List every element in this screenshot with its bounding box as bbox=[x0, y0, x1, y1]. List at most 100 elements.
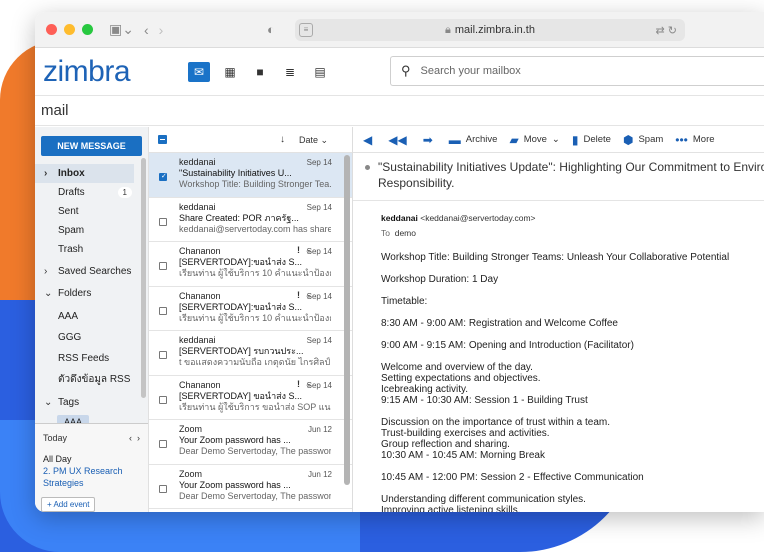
notes-app-icon[interactable]: ≣ bbox=[280, 63, 300, 81]
message-checkbox[interactable] bbox=[159, 306, 167, 315]
reply-all-button[interactable]: ◀◀ bbox=[388, 133, 406, 147]
minimize-window-button[interactable] bbox=[64, 24, 75, 35]
sidebar-item-saved-searches[interactable]: › Saved Searches bbox=[35, 262, 148, 281]
message-checkbox[interactable] bbox=[159, 395, 167, 404]
message-snippet: Dear Demo Servertoday, The passwor... bbox=[179, 446, 331, 456]
sidebar-scrollbar[interactable] bbox=[141, 158, 146, 398]
more-dots-icon: ••• bbox=[675, 132, 688, 147]
sort-label: Date bbox=[299, 135, 319, 145]
folder-label: GGG bbox=[58, 332, 82, 343]
delete-button[interactable]: ▮ Delete bbox=[572, 133, 611, 147]
message-row[interactable]: Zoom Your Zoom password has ... Dear Demo … bbox=[149, 465, 352, 509]
message-row[interactable]: keddanai Share Created: POR ภาครัฐ... kedd… bbox=[149, 198, 352, 242]
body-paragraph: 9:00 AM - 9:15 AM: Opening and Introduct… bbox=[381, 340, 634, 351]
more-label: More bbox=[692, 134, 715, 145]
forward-icon[interactable]: › bbox=[159, 22, 164, 38]
sidebar-item-inbox[interactable]: › Inbox bbox=[35, 164, 134, 183]
move-button[interactable]: ▰ Move ⌄ bbox=[509, 133, 559, 147]
spam-button[interactable]: ⬢ Spam bbox=[623, 133, 663, 147]
address-bar[interactable]: ≡ 🔒︎ mail.zimbra.in.th ⇄ ↻ bbox=[295, 19, 685, 41]
body-paragraph: Discussion on the importance of trust wi… bbox=[381, 417, 610, 461]
body-paragraph: Timetable: bbox=[381, 296, 428, 307]
message-row[interactable]: Chananon [SERVERTODAY] ขอนำส่ง S... เรียนท… bbox=[149, 376, 352, 420]
saved-searches-label: Saved Searches bbox=[58, 266, 132, 277]
calendar-event[interactable]: 2. PM UX Research Strategies bbox=[43, 465, 140, 489]
sidebar-item-tags[interactable]: ⌄ Tags bbox=[35, 393, 148, 412]
sort-dropdown[interactable]: Date ⌄ bbox=[299, 135, 328, 146]
forward-button[interactable]: ➡ bbox=[423, 133, 433, 147]
body-paragraph: Workshop Duration: 1 Day bbox=[381, 274, 499, 285]
briefcase-app-icon[interactable]: ■ bbox=[250, 63, 270, 81]
message-checkbox[interactable] bbox=[159, 440, 167, 448]
folder-item-rss-thai[interactable]: ตัวดึงข้อมูล RSS bbox=[35, 369, 148, 390]
select-all-checkbox[interactable] bbox=[158, 135, 167, 144]
sidebar-item-folders[interactable]: ⌄ Folders bbox=[35, 284, 148, 303]
folder-item-rss-feeds[interactable]: RSS Feeds bbox=[35, 348, 148, 369]
sort-direction-icon[interactable]: ↓ bbox=[280, 134, 285, 145]
reading-pane: ◀ ◀◀ ➡ ▬ Archive ▰ Move ⌄ ▮ Delete ⬢ Spam •••… bbox=[353, 127, 764, 512]
message-row[interactable]: Zoom Your Zoom password has ... Dear Demo … bbox=[149, 420, 352, 465]
message-row[interactable]: keddanai [SERVERTODAY] รบกวนประ... t ขอแสด… bbox=[149, 331, 352, 376]
message-list-header: ↓ Date ⌄ bbox=[149, 127, 352, 153]
new-message-button[interactable]: NEW MESSAGE bbox=[41, 136, 142, 156]
calendar-today-label[interactable]: Today bbox=[43, 433, 67, 443]
body-paragraph: 8:30 AM - 9:00 AM: Registration and Welc… bbox=[381, 318, 618, 329]
priority-icon: ! bbox=[297, 245, 300, 255]
message-snippet: Workshop Title: Building Stronger Tea... bbox=[179, 179, 331, 189]
sidebar-item-spam[interactable]: Spam bbox=[35, 221, 148, 240]
message-subject-preview: Your Zoom password has ... bbox=[179, 435, 291, 445]
more-button[interactable]: ••• More bbox=[675, 133, 714, 147]
folder-item-ggg[interactable]: GGG bbox=[35, 327, 148, 348]
message-body: Workshop Title: Building Stronger Teams:… bbox=[353, 252, 764, 512]
folder-item-aaa[interactable]: AAA bbox=[35, 306, 148, 327]
message-date: Sep 14 bbox=[306, 291, 332, 301]
message-date: Sep 14 bbox=[306, 336, 332, 345]
calendar-app-icon[interactable]: ▦ bbox=[220, 63, 240, 81]
message-checkbox[interactable] bbox=[159, 484, 167, 493]
chevron-down-icon: ⌄ bbox=[44, 288, 53, 299]
reader-mode-icon[interactable]: ≡ bbox=[299, 23, 313, 37]
forward-icon: ➡ bbox=[422, 132, 433, 147]
message-subject-preview: [SERVERTODAY] รบกวนประ... bbox=[179, 346, 304, 356]
search-input[interactable]: ⚲ Search your mailbox bbox=[390, 56, 764, 86]
message-list-scrollbar[interactable] bbox=[344, 155, 350, 485]
message-row[interactable]: Chananon [SERVERTODAY]:ขอนำส่ง S... เรียนท… bbox=[149, 287, 352, 331]
translate-reload-icons[interactable]: ⇄ ↻ bbox=[656, 24, 678, 37]
add-event-button[interactable]: + Add event bbox=[41, 497, 96, 512]
archive-label: Archive bbox=[465, 134, 498, 145]
chevron-down-icon: ⌄ bbox=[44, 397, 53, 408]
reply-icon: ◀ bbox=[363, 132, 373, 147]
sender-name[interactable]: keddanai bbox=[381, 213, 418, 223]
search-placeholder: Search your mailbox bbox=[420, 65, 521, 77]
sidebar-toggle-icon[interactable]: ▣⌄ bbox=[109, 21, 134, 38]
sidebar-item-drafts[interactable]: Drafts 1 bbox=[35, 183, 148, 202]
back-icon[interactable]: ‹ bbox=[144, 22, 149, 38]
close-window-button[interactable] bbox=[46, 24, 57, 35]
message-row[interactable]: keddanai"Sustainability Initiatives U...… bbox=[149, 153, 352, 198]
contacts-app-icon[interactable]: ▤ bbox=[310, 63, 330, 81]
message-list: ↓ Date ⌄ keddanai"Sustainability Initiat… bbox=[149, 127, 353, 512]
recipient[interactable]: demo bbox=[395, 228, 416, 238]
archive-button[interactable]: ▬ Archive bbox=[449, 133, 498, 147]
sender-email[interactable]: <keddanai@servertoday.com> bbox=[420, 213, 535, 223]
maximize-window-button[interactable] bbox=[82, 24, 93, 35]
sidebar-item-trash[interactable]: Trash bbox=[35, 240, 148, 259]
message-checkbox[interactable] bbox=[159, 171, 167, 182]
calendar-nav-icons[interactable]: ‹ › bbox=[129, 433, 140, 443]
reply-button[interactable]: ◀ bbox=[363, 133, 372, 147]
message-row[interactable]: Chananon [SERVERTODAY]:ขอนำส่ง S... เรียนท… bbox=[149, 242, 352, 287]
body-paragraph: Workshop Title: Building Stronger Teams:… bbox=[381, 252, 730, 263]
privacy-shield-icon[interactable]: ◐ bbox=[267, 22, 275, 37]
sidebar-item-sent[interactable]: Sent bbox=[35, 202, 148, 221]
message-subject-preview: [SERVERTODAY] ขอนำส่ง S... bbox=[179, 390, 303, 401]
message-checkbox[interactable] bbox=[159, 351, 167, 359]
message-checkbox[interactable] bbox=[159, 217, 167, 226]
unread-dot-icon[interactable] bbox=[365, 165, 370, 171]
chevron-right-icon: › bbox=[44, 266, 48, 277]
chevron-right-icon: › bbox=[44, 168, 48, 179]
mail-app-icon[interactable]: ✉ bbox=[188, 61, 210, 82]
message-checkbox[interactable] bbox=[159, 262, 167, 270]
message-date: Sep 14 bbox=[306, 158, 332, 167]
body-paragraph: Understanding different communication st… bbox=[381, 494, 586, 512]
message-date: Sep 14 bbox=[306, 380, 332, 390]
